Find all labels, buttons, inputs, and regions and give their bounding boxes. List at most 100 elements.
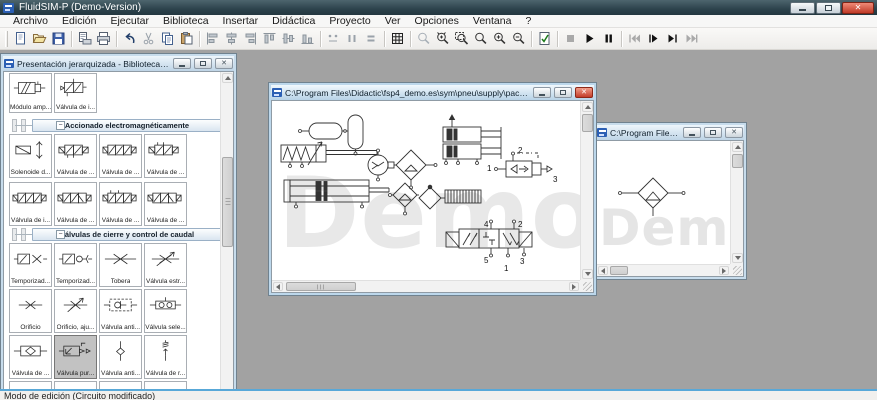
preview-close-button[interactable]: ✕ (725, 127, 743, 138)
symbol-double-acting-cylinder[interactable] (284, 180, 389, 208)
circuit-check-icon[interactable] (535, 29, 554, 48)
preview-canvas[interactable]: Demo (596, 140, 744, 277)
copy-icon[interactable] (158, 29, 177, 48)
circuit-close-button[interactable]: ✕ (575, 87, 593, 98)
menu-ejecutar[interactable]: Ejecutar (103, 15, 156, 28)
symbol-filter-dryer-group[interactable] (389, 183, 482, 215)
circuit-window-titlebar[interactable]: C:\Program Files\Didactic\fsp4_demo.es\s… (271, 85, 594, 100)
align-bottom-icon[interactable] (298, 29, 317, 48)
menu-help[interactable]: ? (518, 15, 538, 28)
library-component[interactable]: Válvula de i... (9, 182, 52, 226)
restore-button[interactable] (816, 2, 841, 14)
library-component[interactable]: Válvula de ... (9, 335, 52, 379)
symbol-quick-exhaust-valve[interactable]: 1 2 3 (487, 146, 558, 184)
library-component[interactable]: Válvula de ... (99, 182, 142, 226)
paste-icon[interactable] (177, 29, 196, 48)
library-component[interactable] (99, 381, 142, 389)
library-vertical-scrollbar[interactable] (220, 72, 233, 389)
page-setup-icon[interactable] (75, 29, 94, 48)
preview-resize-grip[interactable] (730, 264, 743, 276)
menu-didactica[interactable]: Didáctica (265, 15, 322, 28)
align-right-icon[interactable] (241, 29, 260, 48)
library-component[interactable] (54, 381, 97, 389)
library-component[interactable]: Válvula anti... (99, 289, 142, 333)
circuit-canvas[interactable]: Demo (271, 100, 594, 293)
symbol-tandem-cylinder[interactable] (443, 115, 501, 165)
minimize-button[interactable] (790, 2, 815, 14)
menu-biblioteca[interactable]: Biblioteca (156, 15, 216, 28)
zoom-out-icon[interactable] (509, 29, 528, 48)
library-component[interactable] (144, 381, 187, 389)
align-top-icon[interactable] (260, 29, 279, 48)
simulate-to-change-icon[interactable] (663, 29, 682, 48)
menu-insertar[interactable]: Insertar (216, 15, 266, 28)
distribute-h-icon[interactable] (324, 29, 343, 48)
print-icon[interactable] (94, 29, 113, 48)
library-component[interactable]: Orificio, aju... (54, 289, 97, 333)
circuit-minimize-button[interactable] (533, 87, 551, 98)
symbol-spring-cylinder[interactable] (281, 142, 377, 168)
preview-minimize-button[interactable] (683, 127, 701, 138)
zoom-previous-icon[interactable] (471, 29, 490, 48)
library-window-titlebar[interactable]: Presentación jerarquizada - Biblioteca d… (3, 56, 234, 71)
menu-ver[interactable]: Ver (378, 15, 408, 28)
library-component[interactable]: Válvula estr... (144, 243, 187, 287)
library-window[interactable]: Presentación jerarquizada - Biblioteca d… (0, 53, 237, 389)
library-component[interactable]: Válvula de ... (144, 134, 187, 178)
library-component[interactable]: Válvula de ... (54, 182, 97, 226)
library-component[interactable]: Válvula de i... (54, 73, 97, 113)
preview-window[interactable]: C:\Program Files\... ✕ Demo (593, 122, 747, 280)
grid-icon[interactable] (388, 29, 407, 48)
zoom-area-icon[interactable] (452, 29, 471, 48)
circuit-horizontal-scrollbar[interactable] (272, 280, 580, 292)
preview-symbol-filter[interactable] (597, 141, 733, 264)
circuit-maximize-button[interactable] (554, 87, 572, 98)
zoom-in-icon[interactable] (490, 29, 509, 48)
distribute-v-icon[interactable] (343, 29, 362, 48)
align-left-icon[interactable] (203, 29, 222, 48)
library-component[interactable]: Válvula de ... (54, 134, 97, 178)
distribute-grid-icon[interactable] (362, 29, 381, 48)
stop-icon[interactable] (561, 29, 580, 48)
reset-icon[interactable] (625, 29, 644, 48)
undo-icon[interactable] (120, 29, 139, 48)
play-icon[interactable] (580, 29, 599, 48)
library-component[interactable]: Módulo amp... (9, 73, 52, 113)
menu-proyecto[interactable]: Proyecto (322, 15, 377, 28)
save-icon[interactable] (49, 29, 68, 48)
symbol-53-way-valve[interactable]: 4 2 5 3 1 (446, 220, 532, 273)
library-component[interactable]: Válvula de r... (144, 335, 187, 379)
menu-archivo[interactable]: Archivo (6, 15, 55, 28)
collapse-toggle-icon[interactable]: − (56, 121, 65, 130)
menu-ventana[interactable]: Ventana (466, 15, 519, 28)
library-close-button[interactable]: ✕ (215, 58, 233, 69)
library-component[interactable]: Temporizad... (54, 243, 97, 287)
collapse-toggle-icon[interactable]: − (56, 230, 65, 239)
library-component-selected[interactable]: Válvula pur... (54, 335, 97, 379)
preview-maximize-button[interactable] (704, 127, 722, 138)
toolbar-gripper[interactable] (5, 31, 8, 47)
preview-horizontal-scrollbar[interactable] (597, 264, 730, 276)
library-component[interactable]: Temporizad... (9, 243, 52, 287)
library-component[interactable]: Solenoide d... (9, 134, 52, 178)
single-step-icon[interactable] (644, 29, 663, 48)
menu-edicion[interactable]: Edición (55, 15, 103, 28)
cut-icon[interactable] (139, 29, 158, 48)
library-component[interactable]: Válvula de ... (99, 134, 142, 178)
app-titlebar[interactable]: FluidSIM-P (Demo-Version) ✕ (0, 0, 877, 15)
library-component[interactable] (9, 381, 52, 389)
symbol-air-reservoirs[interactable] (299, 115, 364, 155)
library-component[interactable]: Tobera (99, 243, 142, 287)
library-maximize-button[interactable] (194, 58, 212, 69)
pause-icon[interactable] (599, 29, 618, 48)
circuit-window[interactable]: C:\Program Files\Didactic\fsp4_demo.es\s… (268, 82, 597, 296)
preview-window-titlebar[interactable]: C:\Program Files\... ✕ (596, 125, 744, 140)
library-minimize-button[interactable] (173, 58, 191, 69)
align-center-icon[interactable] (222, 29, 241, 48)
fast-forward-icon[interactable] (682, 29, 701, 48)
zoom-icon[interactable] (414, 29, 433, 48)
zoom-fit-icon[interactable] (433, 29, 452, 48)
library-component[interactable]: Válvula sele... (144, 289, 187, 333)
library-component[interactable]: Orificio (9, 289, 52, 333)
circuit-resize-grip[interactable] (580, 280, 593, 292)
